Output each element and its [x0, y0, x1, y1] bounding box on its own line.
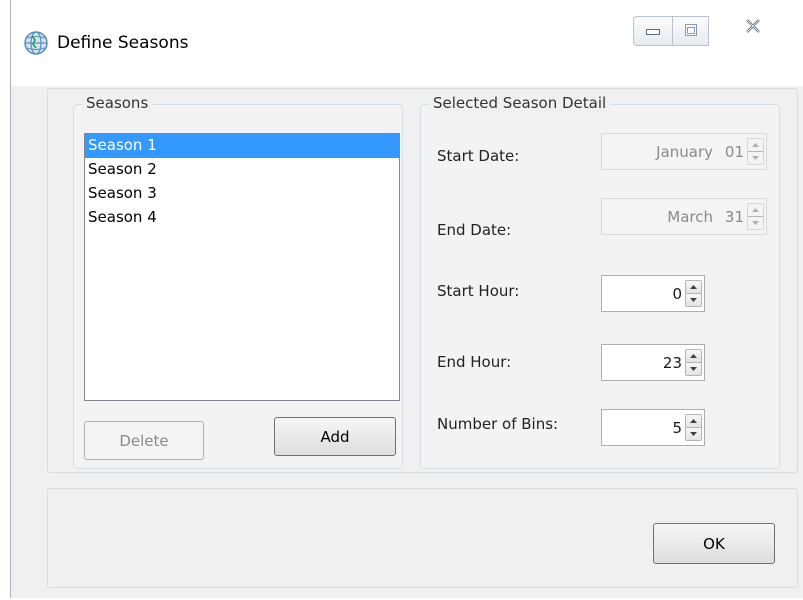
seasons-legend: Seasons	[82, 94, 153, 112]
close-button[interactable]	[725, 10, 781, 46]
end-date-spinner[interactable]	[747, 203, 764, 230]
season-detail-group: Selected Season Detail Start Date: Janua…	[420, 94, 780, 469]
end-hour-value[interactable]: 23	[602, 354, 685, 372]
end-date-label: End Date:	[437, 221, 512, 239]
list-item[interactable]: Season 4	[85, 206, 399, 230]
bins-label: Number of Bins:	[437, 415, 559, 433]
start-date-spinner[interactable]	[747, 138, 764, 165]
end-date-picker[interactable]: March 31	[601, 198, 767, 235]
list-item[interactable]: Season 2	[85, 158, 399, 182]
chevron-up-icon[interactable]	[686, 350, 701, 362]
chevron-down-icon[interactable]	[748, 216, 763, 229]
bins-spinner[interactable]	[685, 414, 702, 441]
chevron-down-icon[interactable]	[748, 151, 763, 164]
start-date-label: Start Date:	[437, 147, 520, 165]
title-bar[interactable]: Define Seasons	[11, 0, 803, 86]
end-date-month: March	[667, 207, 713, 226]
define-seasons-window: Define Seasons Seasons Season 1 Season 2…	[10, 0, 803, 598]
chevron-up-icon[interactable]	[748, 204, 763, 216]
globe-icon	[23, 30, 49, 56]
season-detail-legend: Selected Season Detail	[429, 94, 611, 112]
chevron-up-icon[interactable]	[686, 281, 701, 293]
start-hour-stepper[interactable]: 0	[601, 275, 705, 312]
chevron-up-icon[interactable]	[748, 139, 763, 151]
maximize-button[interactable]	[673, 16, 709, 46]
minimize-icon	[646, 22, 660, 40]
footer-panel: OK	[47, 488, 798, 588]
main-panel: Seasons Season 1 Season 2 Season 3 Seaso…	[47, 88, 798, 473]
list-item[interactable]: Season 1	[85, 134, 399, 158]
end-hour-stepper[interactable]: 23	[601, 344, 705, 381]
end-hour-label: End Hour:	[437, 353, 512, 371]
maximize-icon	[684, 22, 697, 40]
chevron-up-icon[interactable]	[686, 415, 701, 427]
end-date-day: 31	[724, 207, 744, 226]
chevron-down-icon[interactable]	[686, 362, 701, 375]
add-button[interactable]: Add	[274, 417, 396, 456]
chevron-down-icon[interactable]	[686, 427, 701, 440]
start-date-month: January	[656, 142, 713, 161]
list-item[interactable]: Season 3	[85, 182, 399, 206]
end-hour-spinner[interactable]	[685, 349, 702, 376]
seasons-list[interactable]: Season 1 Season 2 Season 3 Season 4	[84, 133, 400, 401]
start-hour-spinner[interactable]	[685, 280, 702, 307]
start-hour-value[interactable]: 0	[602, 285, 685, 303]
bins-value[interactable]: 5	[602, 419, 685, 437]
bins-stepper[interactable]: 5	[601, 409, 705, 446]
delete-button[interactable]: Delete	[84, 421, 204, 460]
window-title: Define Seasons	[57, 33, 189, 53]
close-icon	[745, 19, 761, 37]
start-hour-label: Start Hour:	[437, 282, 520, 300]
start-date-day: 01	[724, 142, 744, 161]
seasons-group: Seasons Season 1 Season 2 Season 3 Seaso…	[73, 94, 403, 469]
ok-button[interactable]: OK	[653, 523, 775, 564]
start-date-picker[interactable]: January 01	[601, 133, 767, 170]
minimize-button[interactable]	[633, 16, 673, 46]
chevron-down-icon[interactable]	[686, 293, 701, 306]
